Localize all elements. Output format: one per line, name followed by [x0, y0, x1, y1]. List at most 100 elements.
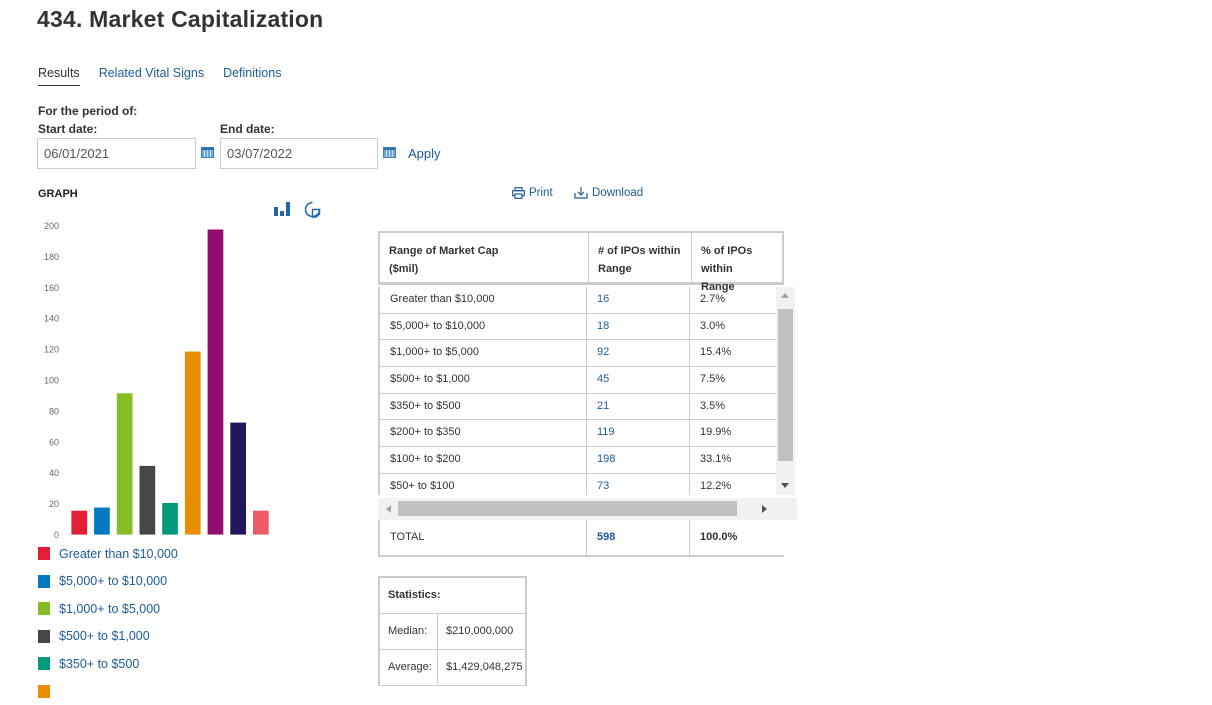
- scroll-right-arrow-icon[interactable]: [762, 505, 767, 513]
- scrollbar-thumb[interactable]: [398, 501, 737, 516]
- range-cell: $100+ to $200: [380, 447, 587, 473]
- pie-chart-icon[interactable]: [304, 201, 321, 218]
- range-cell: Greater than $10,000: [380, 287, 587, 313]
- count-cell[interactable]: 16: [587, 287, 690, 313]
- y-tick-label: 140: [44, 314, 59, 324]
- table-total-row: TOTAL 598 100.0%: [378, 520, 784, 557]
- count-cell[interactable]: 21: [587, 394, 690, 420]
- data-table: Range of Market Cap($mil) # of IPOs with…: [378, 231, 797, 521]
- statistics-table: Statistics: Median: $210,000,000 Average…: [378, 576, 527, 686]
- calendar-icon[interactable]: [383, 147, 396, 158]
- average-value: $1,429,048,275: [438, 650, 530, 685]
- y-tick-label: 100: [44, 376, 59, 386]
- chart-legend: Greater than $10,000 $5,000+ to $10,000 …: [38, 540, 178, 705]
- bar[interactable]: [253, 510, 270, 535]
- percent-cell: 3.0%: [690, 314, 778, 340]
- end-date-input[interactable]: 03/07/2022: [220, 138, 378, 169]
- count-cell[interactable]: 73: [587, 474, 690, 495]
- legend-swatch: [38, 630, 50, 643]
- table-row: $5,000+ to $10,000183.0%: [380, 314, 778, 341]
- legend-swatch: [38, 547, 50, 560]
- y-tick-label: 0: [54, 530, 59, 540]
- count-cell[interactable]: 119: [587, 420, 690, 446]
- start-date-input[interactable]: 06/01/2021: [37, 138, 196, 169]
- total-label: TOTAL: [380, 520, 587, 555]
- percent-cell: 7.5%: [690, 367, 778, 393]
- y-tick-label: 60: [49, 437, 59, 447]
- count-cell[interactable]: 198: [587, 447, 690, 473]
- count-cell[interactable]: 18: [587, 314, 690, 340]
- y-tick-label: 160: [44, 283, 59, 293]
- table-row: $500+ to $1,000457.5%: [380, 367, 778, 394]
- y-tick-label: 120: [44, 345, 59, 355]
- y-tick-label: 180: [44, 252, 59, 262]
- tab-related-vital-signs[interactable]: Related Vital Signs: [99, 66, 204, 86]
- bar[interactable]: [162, 503, 179, 535]
- average-label: Average:: [380, 650, 438, 685]
- bar[interactable]: [71, 510, 88, 535]
- count-cell[interactable]: 45: [587, 367, 690, 393]
- legend-item[interactable]: $500+ to $1,000: [38, 623, 178, 651]
- legend-swatch: [38, 602, 50, 615]
- printer-icon: [512, 187, 525, 199]
- legend-label: $500+ to $1,000: [59, 629, 150, 643]
- table-row: $50+ to $1007312.2%: [380, 474, 778, 495]
- percent-cell: 15.4%: [690, 340, 778, 366]
- legend-item[interactable]: [38, 678, 178, 705]
- scroll-left-arrow-icon[interactable]: [386, 505, 391, 513]
- legend-label: Greater than $10,000: [59, 547, 178, 561]
- bar[interactable]: [185, 351, 202, 535]
- bar[interactable]: [94, 507, 111, 535]
- tab-results[interactable]: Results: [38, 66, 80, 86]
- calendar-icon[interactable]: [201, 147, 214, 158]
- download-icon: [574, 187, 588, 199]
- percent-cell: 2.7%: [690, 287, 778, 313]
- legend-label: $1,000+ to $5,000: [59, 602, 160, 616]
- column-header: % of IPOs withinRange: [692, 233, 782, 282]
- legend-item[interactable]: $5,000+ to $10,000: [38, 568, 178, 596]
- download-label: Download: [592, 187, 643, 199]
- statistics-heading: Statistics:: [380, 578, 525, 614]
- legend-swatch: [38, 657, 50, 670]
- scroll-up-arrow-icon[interactable]: [781, 293, 789, 298]
- bar[interactable]: [139, 465, 156, 535]
- column-header: Range of Market Cap($mil): [380, 233, 589, 282]
- range-cell: $50+ to $100: [380, 474, 587, 495]
- apply-button[interactable]: Apply: [408, 146, 441, 161]
- range-cell: $500+ to $1,000: [380, 367, 587, 393]
- table-row: $1,000+ to $5,0009215.4%: [380, 340, 778, 367]
- print-label: Print: [529, 187, 553, 199]
- range-cell: $200+ to $350: [380, 420, 587, 446]
- table-row: Greater than $10,000162.7%: [380, 287, 778, 314]
- table-row: $200+ to $35011919.9%: [380, 420, 778, 447]
- y-tick-label: 80: [49, 406, 59, 416]
- scrollbar-thumb[interactable]: [778, 309, 793, 461]
- print-button[interactable]: Print: [512, 187, 553, 199]
- range-cell: $350+ to $500: [380, 394, 587, 420]
- table-body: Greater than $10,000162.7%$5,000+ to $10…: [378, 287, 778, 495]
- legend-swatch: [38, 685, 50, 698]
- percent-cell: 19.9%: [690, 420, 778, 446]
- page-title: 434. Market Capitalization: [37, 6, 323, 33]
- bar[interactable]: [230, 422, 247, 535]
- count-cell[interactable]: 92: [587, 340, 690, 366]
- y-tick-label: 40: [49, 468, 59, 478]
- legend-item[interactable]: $350+ to $500: [38, 650, 178, 678]
- range-cell: $5,000+ to $10,000: [380, 314, 587, 340]
- legend-item[interactable]: $1,000+ to $5,000: [38, 595, 178, 623]
- legend-item[interactable]: Greater than $10,000: [38, 540, 178, 568]
- legend-label: $5,000+ to $10,000: [59, 574, 167, 588]
- scroll-down-arrow-icon[interactable]: [781, 483, 789, 488]
- legend-label: $350+ to $500: [59, 657, 139, 671]
- table-row: $350+ to $500213.5%: [380, 394, 778, 421]
- table-row: $100+ to $20019833.1%: [380, 447, 778, 474]
- median-value: $210,000,000: [438, 614, 521, 649]
- median-label: Median:: [380, 614, 438, 649]
- vertical-scrollbar[interactable]: [776, 287, 795, 495]
- download-button[interactable]: Download: [574, 187, 643, 199]
- bar[interactable]: [207, 229, 224, 535]
- table-header: Range of Market Cap($mil) # of IPOs with…: [378, 231, 784, 285]
- horizontal-scrollbar[interactable]: [378, 498, 797, 520]
- bar[interactable]: [116, 393, 132, 535]
- tab-definitions[interactable]: Definitions: [223, 66, 281, 86]
